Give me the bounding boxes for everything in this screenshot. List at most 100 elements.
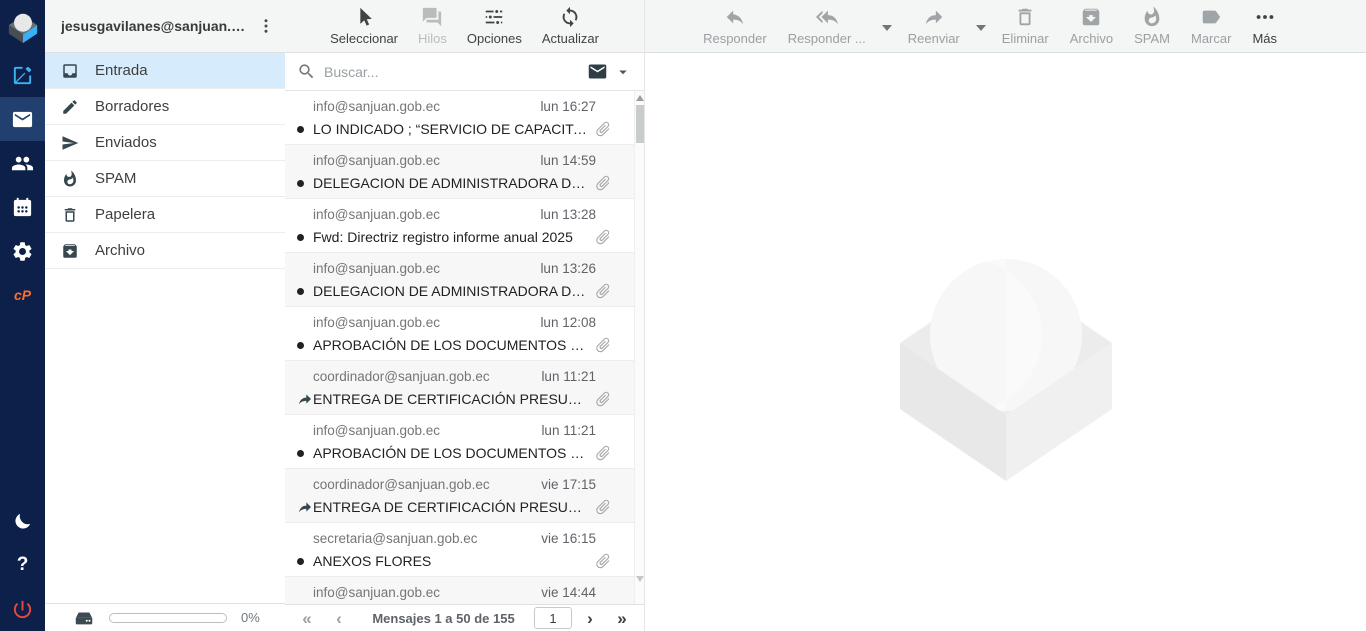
reply-button[interactable]: Responder xyxy=(698,6,772,46)
refresh-button[interactable]: Actualizar xyxy=(537,6,604,46)
message-subject-line: ANEXOS FLORES xyxy=(297,552,622,570)
envelope-icon xyxy=(587,61,608,82)
message-list-item[interactable]: info@sanjuan.gob.ec lun 11:21 APROBACIÓN… xyxy=(285,415,634,469)
folder-sent[interactable]: Enviados xyxy=(45,125,285,161)
account-email: jesusgavilanes@sanjuan.gob.... xyxy=(61,18,253,34)
folder-archive[interactable]: Archivo xyxy=(45,233,285,269)
next-page-button[interactable]: › xyxy=(576,610,604,627)
nav-mail[interactable] xyxy=(0,97,45,141)
pagination-summary: Mensajes 1 a 50 de 155 xyxy=(357,611,530,626)
list-toolbar: Seleccionar Hilos Opciones Actualizar xyxy=(285,0,644,53)
unread-dot-icon xyxy=(297,126,313,133)
first-page-button[interactable]: « xyxy=(293,610,321,627)
unread-dot-icon xyxy=(297,234,313,241)
message-list-item[interactable]: coordinador@sanjuan.gob.ec vie 17:15 ENT… xyxy=(285,469,634,523)
more-dots-icon xyxy=(1254,6,1276,28)
scroll-down-arrow-icon[interactable] xyxy=(636,576,644,582)
options-button[interactable]: Opciones xyxy=(462,6,527,46)
search-input[interactable] xyxy=(324,64,579,80)
unread-dot-icon xyxy=(297,288,313,295)
nav-contacts[interactable] xyxy=(0,141,45,185)
calendar-icon xyxy=(11,196,34,219)
select-button[interactable]: Seleccionar xyxy=(325,6,403,46)
reply-all-dropdown-caret[interactable] xyxy=(882,25,892,31)
compose-icon xyxy=(11,64,34,87)
message-subject-line: APROBACIÓN DE LOS DOCUMENTOS DE LA... xyxy=(297,336,622,354)
webmail-app: cP ? jesusgavilanes@sanjuan.gob.... Entr… xyxy=(0,0,1366,631)
message-list-item[interactable]: info@sanjuan.gob.ec lun 12:08 APROBACIÓN… xyxy=(285,307,634,361)
dark-mode-toggle[interactable] xyxy=(0,499,45,543)
more-button[interactable]: Más xyxy=(1247,6,1282,46)
attachment-icon xyxy=(594,282,612,300)
message-subject-line: APROBACIÓN DE LOS DOCUMENTOS DE LA... xyxy=(297,444,622,462)
message-subject-line: DELEGACION DE ADMINISTRADORA DE OR... xyxy=(297,282,622,300)
message-list-item[interactable]: info@sanjuan.gob.ec lun 13:26 DELEGACION… xyxy=(285,253,634,307)
pagination-bar: « ‹ Mensajes 1 a 50 de 155 › » xyxy=(285,604,644,631)
message-sender: info@sanjuan.gob.ec xyxy=(313,260,440,277)
folder-inbox[interactable]: Entrada xyxy=(45,53,285,89)
message-date: vie 14:44 xyxy=(541,584,596,601)
account-menu-button[interactable] xyxy=(253,12,279,40)
folder-drafts[interactable]: Borradores xyxy=(45,89,285,125)
nav-calendar[interactable] xyxy=(0,185,45,229)
message-subject: ENTREGA DE CERTIFICACIÓN PRESUPUEST... xyxy=(313,391,588,407)
message-date: lun 16:27 xyxy=(540,98,596,115)
quota-indicator: 0% xyxy=(45,603,285,631)
kebab-menu-icon xyxy=(257,17,275,35)
message-list-item[interactable]: info@sanjuan.gob.ec lun 14:59 DELEGACION… xyxy=(285,145,634,199)
search-scope-dropdown[interactable] xyxy=(587,61,632,82)
page-number-input[interactable] xyxy=(534,607,572,629)
message-list-item[interactable]: secretaria@sanjuan.gob.ec vie 16:15 ANEX… xyxy=(285,523,634,577)
threads-button[interactable]: Hilos xyxy=(413,6,452,46)
scroll-up-arrow-icon[interactable] xyxy=(636,95,644,101)
message-list-item[interactable]: info@sanjuan.gob.ec lun 16:27 LO INDICAD… xyxy=(285,91,634,145)
message-sender: secretaria@sanjuan.gob.ec xyxy=(313,530,478,547)
folder-spam[interactable]: SPAM xyxy=(45,161,285,197)
gear-icon xyxy=(11,240,34,263)
attachment-icon xyxy=(594,336,612,354)
threads-icon xyxy=(421,6,443,28)
message-list-item[interactable]: info@sanjuan.gob.ec lun 13:28 Fwd: Direc… xyxy=(285,199,634,253)
list-scrollbar[interactable] xyxy=(634,91,644,604)
scrollbar-thumb[interactable] xyxy=(636,105,644,143)
prev-page-button[interactable]: ‹ xyxy=(325,610,353,627)
folder-label: Archivo xyxy=(95,242,145,259)
forward-button[interactable]: Reenviar xyxy=(903,6,965,46)
folder-trash[interactable]: Papelera xyxy=(45,197,285,233)
reply-all-button[interactable]: Responder ... xyxy=(783,6,871,46)
message-list-item[interactable]: coordinador@sanjuan.gob.ec lun 11:21 ENT… xyxy=(285,361,634,415)
delete-button[interactable]: Eliminar xyxy=(997,6,1054,46)
mark-button[interactable]: Marcar xyxy=(1186,6,1236,46)
message-sender: info@sanjuan.gob.ec xyxy=(313,206,440,223)
attachment-icon xyxy=(594,444,612,462)
quota-percent: 0% xyxy=(241,610,260,625)
last-page-button[interactable]: » xyxy=(608,610,636,627)
message-list-pane: Seleccionar Hilos Opciones Actualizar xyxy=(285,0,645,631)
help-button[interactable]: ? xyxy=(0,543,45,587)
forward-dropdown-caret[interactable] xyxy=(976,25,986,31)
folder-pane: jesusgavilanes@sanjuan.gob.... Entrada B… xyxy=(45,0,285,631)
spam-button[interactable]: SPAM xyxy=(1129,6,1175,46)
nav-cpanel[interactable]: cP xyxy=(0,273,45,317)
nav-preferences[interactable] xyxy=(0,229,45,273)
quota-bar xyxy=(109,613,227,623)
logout-button[interactable] xyxy=(0,587,45,631)
account-header: jesusgavilanes@sanjuan.gob.... xyxy=(45,0,285,53)
message-subject-line: Fwd: Directriz registro informe anual 20… xyxy=(297,228,622,246)
search-icon xyxy=(297,62,316,81)
message-meta: info@sanjuan.gob.ec vie 14:44 xyxy=(297,584,622,601)
archive-button[interactable]: Archivo xyxy=(1065,6,1118,46)
message-toolbar: Responder Responder ... Reenviar Elimina… xyxy=(645,0,1366,53)
message-subject: APROBACIÓN DE LOS DOCUMENTOS DE LA... xyxy=(313,337,588,353)
folder-label: SPAM xyxy=(95,170,136,187)
sogo-cube-icon xyxy=(6,10,40,44)
unread-dot-icon xyxy=(297,180,313,187)
message-meta: info@sanjuan.gob.ec lun 12:08 xyxy=(297,314,622,331)
message-subject: APROBACIÓN DE LOS DOCUMENTOS DE LA... xyxy=(313,445,588,461)
message-meta: info@sanjuan.gob.ec lun 16:27 xyxy=(297,98,622,115)
message-list-item[interactable]: info@sanjuan.gob.ec vie 14:44 xyxy=(285,577,634,604)
question-mark-icon: ? xyxy=(17,554,29,576)
message-sender: coordinador@sanjuan.gob.ec xyxy=(313,368,490,385)
compose-button[interactable] xyxy=(0,53,45,97)
unread-dot-icon xyxy=(297,450,313,457)
